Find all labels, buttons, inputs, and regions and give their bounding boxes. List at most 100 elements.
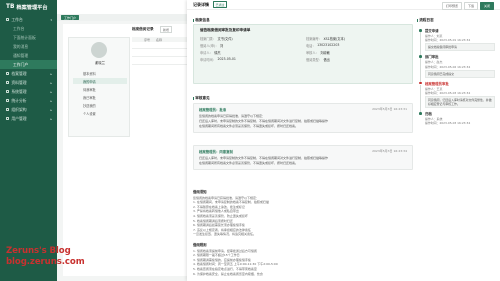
chart-icon <box>6 98 10 103</box>
form-title: 催告档案借阅审批及复印申请单 <box>200 28 251 32</box>
file-icon <box>6 80 10 85</box>
approval-node-label: 档案管理员： <box>199 108 220 112</box>
sidebar-item[interactable]: 我的消息 <box>0 42 57 51</box>
sidebar-item-label: 通知管理 <box>13 52 29 58</box>
sidebar-item[interactable]: 档案管理 ▸ <box>0 69 57 78</box>
approval-card: 档案管理员：同意复制 2023年5月3日 16:23:34 归还后入库时，未申请复制… <box>193 145 413 170</box>
add-button[interactable]: 新增 <box>160 26 173 33</box>
flow-step-meta: 操作时间：2023-05-03 16:23:34 <box>425 91 471 96</box>
field-row: 电话： 13023102203 <box>306 43 406 48</box>
sidebar-item-label: 资料管理 <box>11 79 27 85</box>
tree-item[interactable]: 基本资料 <box>73 70 127 76</box>
rules-line: 6. 为保护档案安全，禁止在档案阅览室内吸烟、饮食 <box>193 271 263 276</box>
field-label: 申请人： <box>200 51 213 55</box>
tree-item[interactable]: 抄送我的 <box>73 102 127 108</box>
flow-step-name: 部门审批 <box>425 55 439 60</box>
sidebar-item[interactable]: 工作台 ▾ <box>0 15 57 24</box>
sidebar-item-label: 用户管理 <box>11 115 27 121</box>
sidebar-nav: 工作台 ▾ 工作台 下面统计面板 我的消息 通知管理 工作门户 档案管理 ▸ 资料管理 ▸ 系统管理 ▸… <box>0 14 57 123</box>
field-value: 13023102203 <box>317 43 340 47</box>
sidebar-item[interactable]: 资料管理 ▸ <box>0 78 57 87</box>
download-button[interactable]: 下载 <box>463 2 478 10</box>
tree-item[interactable]: 我的申请 <box>73 78 127 84</box>
sidebar-item[interactable]: 用户管理 ▸ <box>0 114 57 123</box>
tree-item[interactable]: 待我审批 <box>73 86 127 92</box>
flow-column: 流程日志 提交申请 操作人：刘某 操作时间：2023-05-01 16:23:34 提… <box>417 10 497 281</box>
field-row: 申请时间： 2023-05-01 <box>200 57 300 62</box>
field-value: 借出 <box>323 58 330 62</box>
sidebar-item-label: 工作门户 <box>13 61 29 67</box>
user-icon <box>6 116 10 121</box>
close-button[interactable]: 关闭 <box>479 2 494 10</box>
sidebar-item-label: 我的消息 <box>13 43 29 49</box>
chevron-icon: ▾ <box>50 17 52 22</box>
chevron-icon: ▸ <box>50 107 52 112</box>
approval-card-header: 档案管理员：同意复制 2023年5月3日 16:23:34 <box>199 149 407 154</box>
chevron-icon: ▸ <box>50 116 52 121</box>
field-value: XS1档案(文本) <box>323 37 345 41</box>
field-value: 刘 <box>219 44 224 48</box>
sidebar-item-label: 组织架构 <box>11 106 27 112</box>
sidebar-item[interactable]: 组织架构 ▸ <box>0 105 57 114</box>
approval-comment-line: 在借阅期间所有档案文件必须妥善保管，不得遗失或损坏，按时归还档案。 <box>199 161 299 165</box>
notice-title: 借阅须知 <box>193 190 207 194</box>
flow-step: 部门审批 操作人：赵杰 操作时间：2023-05-02 16:23:34 同意借阅已完… <box>419 54 495 82</box>
chevron-icon: ▸ <box>50 89 52 94</box>
drawer-header: 记录详情 已通过 打印预览 下载 关闭 <box>187 0 500 10</box>
sidebar-item[interactable]: 工作台 <box>0 24 57 33</box>
sidebar-item[interactable]: 统计分析 ▸ <box>0 96 57 105</box>
tree-item[interactable]: 我已审批 <box>73 94 127 100</box>
field-value: 2023-05-01 <box>217 57 236 61</box>
watermark-line1: Zeruns's Blog <box>6 246 71 256</box>
sidebar-item-content: 档案管理 <box>6 71 27 77</box>
approval-card-header: 档案管理员：批准 2023年5月3日 16:23:31 <box>199 107 407 112</box>
field-label: 申请时间： <box>200 58 216 62</box>
chevron-icon: ▸ <box>50 71 52 76</box>
sidebar-item-content: 下面统计面板 <box>13 35 36 41</box>
flow-step: 归档 操作人：系统 操作时间：2023-05-03 16:23:34 <box>419 111 495 125</box>
sidebar-item-content: 我的消息 <box>13 44 28 50</box>
rules-block: 借阅规则 1. 借阅档案须提前申请，经审批通过后方可借阅 2. 借阅期限一般不超过… <box>193 243 413 276</box>
folder-icon <box>6 71 10 76</box>
flow-timeline: 提交申请 操作人：刘某 操作时间：2023-05-01 16:23:34 提交档案借阅… <box>419 28 495 129</box>
flow-step-note: 同意借阅，归还后入库时请核对文件完整性，并做好相应登记与审核工作。 <box>425 96 495 109</box>
sidebar-item-content: 资料管理 <box>6 80 27 86</box>
flow-step-name: 提交申请 <box>425 29 439 33</box>
field-label: 档案门类： <box>200 37 216 41</box>
app-logo[interactable]: TB 档案管理平台 <box>0 0 57 14</box>
field-label: 档案编号： <box>306 37 322 41</box>
gear-icon <box>6 89 10 94</box>
column-header: 名称 <box>156 37 163 42</box>
tree-item[interactable]: 个人设置 <box>73 110 127 116</box>
flow-step-name: 档案管理员审批 <box>425 81 449 86</box>
user-card: 谢晓兰 基本资料我的申请待我审批我已审批抄送我的个人设置 <box>68 37 130 137</box>
sidebar-item[interactable]: 工作门户 <box>0 60 57 69</box>
approval-comment-line: 在借阅期间所有档案文件必须妥善保管，不得遗失或损坏，按时归还档案。 <box>199 124 299 128</box>
flow-step-name: 归档 <box>425 112 432 117</box>
field-row: 借阅类型： 借出 <box>306 57 406 62</box>
column-header: 序号 <box>144 37 151 42</box>
user-name: 谢晓兰 <box>94 61 106 65</box>
tab-active[interactable]: 工作门户 <box>61 14 80 21</box>
home-icon <box>6 17 10 22</box>
sidebar-item-label: 下面统计面板 <box>13 34 36 40</box>
approval-node: 档案管理员：同意复制 <box>199 149 233 154</box>
print-preview-button[interactable]: 打印预览 <box>441 2 462 10</box>
sidebar-item[interactable]: 通知管理 <box>0 51 57 60</box>
sidebar-item[interactable]: 系统管理 ▸ <box>0 87 57 96</box>
chevron-icon: ▸ <box>50 98 52 103</box>
sidebar-item[interactable]: 下面统计面板 <box>0 33 57 42</box>
field-row: 申请人： 徐杰 <box>200 50 300 55</box>
sidebar-item-content: 组织架构 <box>6 107 27 113</box>
notice-block: 借阅须知 您借阅的档案申请已获得批准，请遵守以下规定： 1. 在借阅期间，未申请复… <box>193 190 413 237</box>
approval-node: 档案管理员：批准 <box>199 107 226 112</box>
flow-step: 档案管理员审批 操作人：王某 操作时间：2023-05-03 16:23:34 同意借… <box>419 81 495 113</box>
watermark-line2: blog.zeruns.com <box>6 257 85 267</box>
approval-result: 同意复制 <box>219 150 233 154</box>
sidebar-item-content: 统计分析 <box>6 98 27 104</box>
approval-card: 档案管理员：批准 2023年5月3日 16:23:31 您借阅的档案申请已获得批准，… <box>193 103 413 133</box>
table-row <box>132 64 187 65</box>
field-row: 借阅人(申)：刘 <box>200 43 300 48</box>
field-label: 借阅类型： <box>306 58 322 62</box>
field-row: 审核人： 刘增敏 <box>306 50 406 55</box>
